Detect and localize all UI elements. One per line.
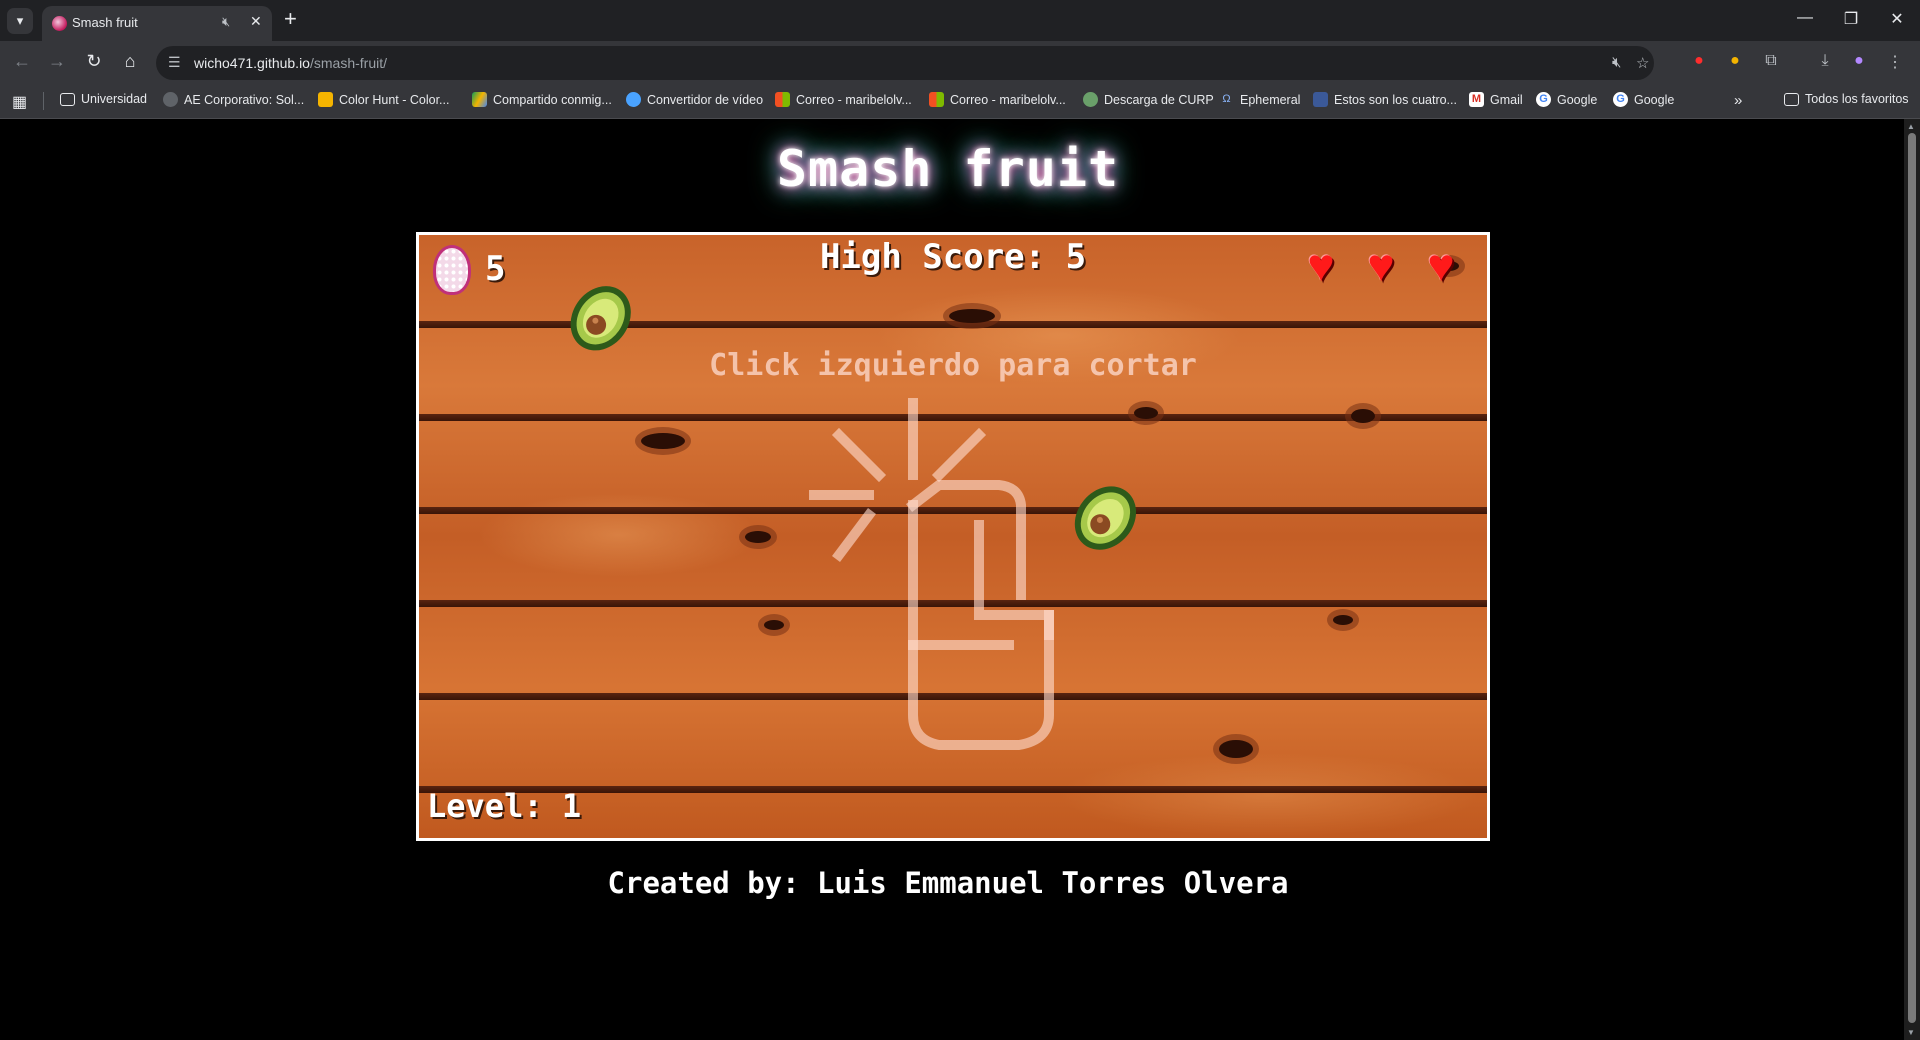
folder-icon: [60, 92, 75, 106]
bookmark-curp[interactable]: Descarga de CURP: [1083, 92, 1214, 107]
new-tab-button[interactable]: +: [284, 6, 297, 32]
tab-close-icon[interactable]: ✕: [250, 13, 262, 30]
more-bookmarks-chevron-icon[interactable]: »: [1734, 92, 1742, 109]
url-host: wicho471.github.io: [194, 55, 310, 71]
bookmark-label: AE Corporativo: Sol...: [184, 92, 305, 107]
tutorial-hint: Click izquierdo para cortar: [709, 348, 1197, 383]
avocado-fruit[interactable]: [1056, 463, 1160, 568]
minimize-button[interactable]: —: [1782, 9, 1828, 27]
curp-icon: [1083, 92, 1098, 107]
drive-icon: [472, 92, 487, 107]
bookmark-google-1[interactable]: G Google: [1536, 92, 1597, 107]
folder-icon: [1784, 92, 1799, 106]
muted-site-icon[interactable]: 🔇︎: [1612, 54, 1621, 71]
wood-knot: [641, 433, 685, 449]
google-icon: G: [1613, 92, 1628, 107]
bookmark-star-icon[interactable]: ☆: [1636, 54, 1649, 72]
bookmark-label: Ephemeral: [1240, 92, 1301, 107]
bookmark-convertidor[interactable]: Convertidor de vídeo: [626, 92, 763, 107]
bookmark-label: Correo - maribelolv...: [950, 92, 1066, 107]
bookmark-label: Compartido conmig...: [493, 92, 612, 107]
url-text[interactable]: wicho471.github.io/smash-fruit/: [194, 55, 387, 71]
page-scrollbar[interactable]: ▲ ▼: [1904, 119, 1920, 1040]
microsoft-icon: [929, 92, 944, 107]
bookmark-label: Gmail: [1490, 92, 1523, 107]
bookmark-label: Color Hunt - Color...: [339, 92, 450, 107]
all-bookmarks-folder[interactable]: Todos los favoritos: [1784, 92, 1909, 106]
bookmark-label: Google: [1634, 92, 1675, 107]
forward-button[interactable]: →: [45, 51, 69, 72]
menu-icon[interactable]: ⋮: [1884, 52, 1906, 72]
extensions-puzzle-icon[interactable]: ⧉: [1760, 52, 1782, 70]
wood-knot: [1219, 740, 1253, 758]
back-button[interactable]: ←: [10, 51, 34, 72]
bookmark-estos-son[interactable]: Estos son los cuatro...: [1313, 92, 1457, 107]
bookmark-drive[interactable]: Compartido conmig...: [472, 92, 612, 107]
bookmark-label: Descarga de CURP: [1104, 92, 1214, 107]
microsoft-icon: [775, 92, 790, 107]
bookmarks-bar: ▦ Universidad AE Corporativo: Sol... Col…: [0, 84, 1920, 119]
extension-red-icon[interactable]: ●: [1688, 52, 1710, 70]
close-window-button[interactable]: ✕: [1874, 9, 1920, 29]
bookmarks-divider: [43, 92, 44, 110]
life-heart-icon: ♥: [1307, 239, 1335, 291]
scrollbar-thumb[interactable]: [1908, 133, 1916, 1023]
tab-search-button[interactable]: ▾: [7, 8, 33, 34]
wood-knot: [764, 620, 784, 630]
bookmark-google-2[interactable]: G Google: [1613, 92, 1674, 107]
site-info-icon[interactable]: ☰: [168, 54, 181, 71]
tab-title: Smash fruit: [72, 15, 138, 30]
scroll-up-arrow-icon[interactable]: ▲: [1907, 122, 1915, 131]
credits-text: Created by: Luis Emmanuel Torres Olvera: [607, 866, 1289, 900]
downloads-icon[interactable]: ⤓: [1814, 52, 1836, 70]
wood-knot: [745, 531, 771, 543]
converter-icon: [626, 92, 641, 107]
wood-knot: [1134, 407, 1158, 419]
level-indicator: Level: 1: [427, 787, 582, 825]
address-bar[interactable]: ☰ wicho471.github.io/smash-fruit/ 🔇︎ ☆: [156, 46, 1654, 80]
tab-active[interactable]: Smash fruit 🔇︎ ✕: [42, 6, 272, 41]
all-bookmarks-label: Todos los favoritos: [1805, 92, 1909, 106]
apps-grid-icon[interactable]: ▦: [12, 92, 27, 112]
game-title: Smash fruit: [776, 140, 1120, 198]
game-canvas[interactable]: 5 High Score: 5 ♥ ♥ ♥ Click izquierdo pa…: [416, 232, 1490, 841]
reload-button[interactable]: ↻: [82, 51, 106, 72]
restore-button[interactable]: ❐: [1828, 9, 1874, 29]
life-heart-icon: ♥: [1427, 239, 1455, 291]
wood-knot: [1351, 409, 1375, 423]
bookmark-universidad[interactable]: Universidad: [60, 92, 147, 106]
bookmark-color-hunt[interactable]: Color Hunt - Color...: [318, 92, 449, 107]
extension-yellow-icon[interactable]: ●: [1724, 52, 1746, 70]
dragonfruit-favicon-icon: [52, 16, 67, 31]
wood-knot: [949, 309, 995, 323]
wood-knot: [1333, 615, 1353, 625]
news-icon: [1313, 92, 1328, 107]
bookmark-correo-2[interactable]: Correo - maribelolv...: [929, 92, 1066, 107]
bookmark-label: Estos son los cuatro...: [1334, 92, 1457, 107]
home-button[interactable]: ⌂: [118, 51, 142, 72]
bookmark-ae-corporativo[interactable]: AE Corporativo: Sol...: [163, 92, 304, 107]
scroll-down-arrow-icon[interactable]: ▼: [1907, 1028, 1915, 1037]
profile-avatar-icon[interactable]: ●: [1848, 52, 1870, 70]
mouse-click-tutorial-icon: [809, 398, 1054, 750]
colorhunt-icon: [318, 92, 333, 107]
url-path: /smash-fruit/: [309, 55, 387, 71]
life-heart-icon: ♥: [1367, 239, 1395, 291]
bookmark-ephemeral[interactable]: Ω Ephemeral: [1219, 92, 1300, 107]
bookmark-label: Google: [1557, 92, 1598, 107]
google-icon: G: [1536, 92, 1551, 107]
tab-muted-icon[interactable]: 🔇︎: [222, 14, 230, 30]
bookmark-label: Correo - maribelolv...: [796, 92, 912, 107]
bookmark-correo-1[interactable]: Correo - maribelolv...: [775, 92, 912, 107]
ephemeral-icon: Ω: [1222, 93, 1231, 105]
bookmark-label: Convertidor de vídeo: [647, 92, 764, 107]
bookmark-label: Universidad: [81, 92, 148, 106]
gmail-icon: M: [1469, 92, 1484, 107]
globe-icon: [163, 92, 178, 107]
toolbar: ← → ↻ ⌂ ☰ wicho471.github.io/smash-fruit…: [0, 41, 1920, 84]
tab-strip: ▾ Smash fruit 🔇︎ ✕ + — ❐ ✕: [0, 0, 1920, 41]
bookmark-gmail[interactable]: M Gmail: [1469, 92, 1523, 107]
